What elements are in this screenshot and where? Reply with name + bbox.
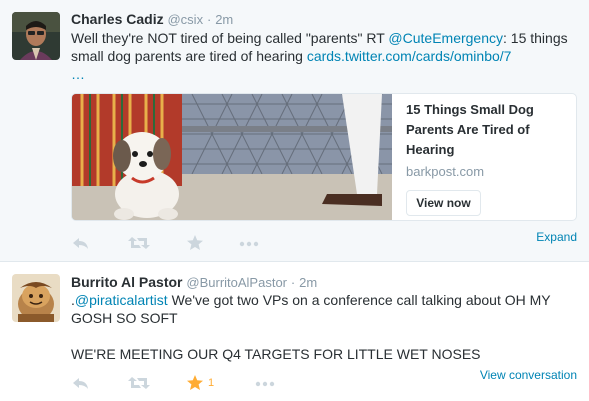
retweet-icon[interactable] xyxy=(128,373,150,393)
card-title[interactable]: 15 Things Small Dog Parents Are Tired of… xyxy=(406,100,556,160)
favorite-icon[interactable] xyxy=(186,233,204,253)
favorite-count: 1 xyxy=(208,377,215,389)
separator: · xyxy=(290,275,296,290)
avatar[interactable] xyxy=(12,12,60,60)
username[interactable]: @csix xyxy=(167,12,203,27)
tweet[interactable]: Charles Cadiz @csix · 2m Well they're NO… xyxy=(0,0,589,262)
avatar[interactable] xyxy=(12,274,60,322)
tweet-header: Charles Cadiz @csix · 2m xyxy=(71,10,233,29)
tweet-text: Well they're NOT tired of being called "… xyxy=(71,29,576,83)
mention-link[interactable]: @CuteEmergency xyxy=(388,30,503,46)
url-link-continued[interactable]: … xyxy=(71,66,85,82)
fullname[interactable]: Burrito Al Pastor xyxy=(71,274,183,290)
retweet-icon[interactable] xyxy=(128,233,150,253)
expand-link[interactable]: Expand xyxy=(536,230,577,244)
view-now-button[interactable]: View now xyxy=(406,190,481,216)
view-conversation-link[interactable]: View conversation xyxy=(480,368,577,382)
tweet-text: .@piraticalartist We've got two VPs on a… xyxy=(71,291,576,363)
separator: · xyxy=(206,12,212,27)
fullname[interactable]: Charles Cadiz xyxy=(71,11,164,27)
more-icon[interactable] xyxy=(238,233,260,253)
username[interactable]: @BurritoAlPastor xyxy=(186,275,287,290)
reply-icon[interactable] xyxy=(72,233,90,253)
tweet-text-part: Well they're NOT tired of being called "… xyxy=(71,30,389,46)
timestamp[interactable]: 2m xyxy=(299,275,317,290)
url-link[interactable]: cards.twitter.com/cards/ominbo/7 xyxy=(307,48,512,64)
timestamp[interactable]: 2m xyxy=(215,12,233,27)
summary-card[interactable]: 15 Things Small Dog Parents Are Tired of… xyxy=(71,93,577,221)
tweet-text-part: WE'RE MEETING OUR Q4 TARGETS FOR LITTLE … xyxy=(71,346,481,362)
card-domain: barkpost.com xyxy=(406,164,485,179)
favorite-icon-active[interactable]: 1 xyxy=(186,373,214,393)
card-image[interactable] xyxy=(72,94,392,220)
tweet[interactable]: Burrito Al Pastor @BurritoAlPastor · 2m … xyxy=(0,262,589,401)
reply-icon[interactable] xyxy=(72,373,90,393)
tweet-header: Burrito Al Pastor @BurritoAlPastor · 2m xyxy=(71,273,317,292)
more-icon[interactable] xyxy=(254,373,276,393)
mention-link[interactable]: @piraticalartist xyxy=(75,292,168,308)
